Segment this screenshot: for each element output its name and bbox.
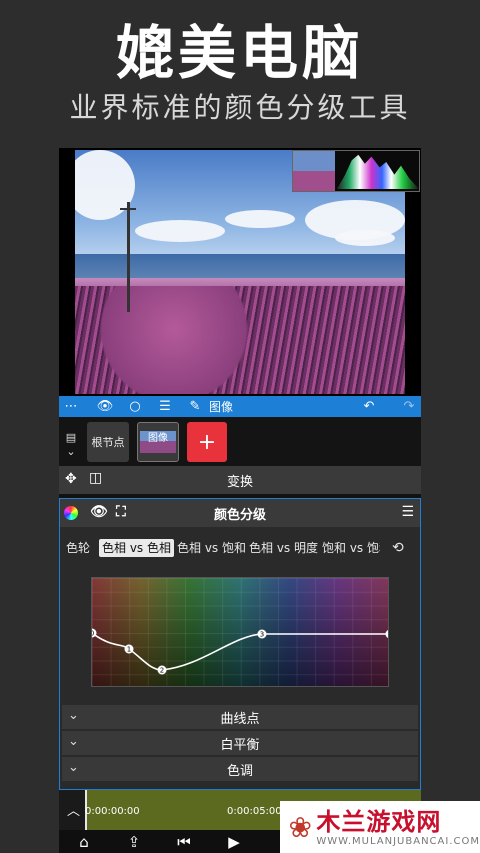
tab-hue-vs-lum[interactable]: 色相 vs 明度 <box>249 539 318 557</box>
tab-color-wheel[interactable]: 色轮 <box>66 539 90 557</box>
transform-bar[interactable]: ✥ ◫ 变换 <box>59 466 421 494</box>
phone-screen: ⋯ 👁 ○ ☰ ✎ 图像 ↶ ↷ ▤ ⌄ 根节点 图像 + ✥ ◫ 变换 👁 ⛶… <box>59 148 421 853</box>
play-icon[interactable]: ▶ <box>209 833 259 851</box>
redo-icon[interactable]: ↷ <box>397 396 421 417</box>
section-label: 色调 <box>226 763 253 779</box>
watermark: ❀ 木兰游戏网 WWW.MULANJUBANCAI.COM <box>280 801 480 853</box>
tab-hue-vs-sat[interactable]: 色相 vs 饱和 <box>177 539 246 557</box>
image-viewer[interactable] <box>59 148 421 396</box>
chevron-down-icon: ⌄ <box>68 708 79 723</box>
share-icon[interactable]: ⇪ <box>109 833 159 851</box>
section-label: 曲线点 <box>220 711 260 727</box>
scope-target-icon[interactable]: ⛶ <box>116 504 126 520</box>
move-icon: ✥ <box>65 471 77 487</box>
section-curve-points[interactable]: ⌄ 曲线点 <box>62 705 418 729</box>
orchid-logo-icon: ❀ <box>288 810 312 844</box>
node-strip-toggle[interactable]: ▤ ⌄ <box>63 431 79 461</box>
curve-point-1: 1 <box>127 646 131 654</box>
undo-icon[interactable]: ↶ <box>357 396 381 417</box>
tab-sat-vs-sat[interactable]: 饱和 vs 饱和 <box>322 539 380 557</box>
node-toolbar: ⋯ 👁 ○ ☰ ✎ 图像 ↶ ↷ <box>59 396 421 417</box>
panel-header: 👁 ⛶ 颜色分级 ☰ <box>60 499 420 527</box>
curve-tabs: 色轮 色相 vs 色相 色相 vs 饱和 色相 vs 明度 饱和 vs 饱和 ⟲ <box>60 537 422 559</box>
histogram-scope[interactable] <box>292 150 420 192</box>
eye-icon[interactable]: 👁 <box>93 396 117 417</box>
timeline-end-time: 0:00:05:00 <box>227 806 282 817</box>
section-tone[interactable]: ⌄ 色调 <box>62 757 418 781</box>
skip-back-icon[interactable]: ⏮ <box>159 833 209 851</box>
curve-point-4: 4 <box>388 631 389 639</box>
app-screenshot: 媲美电脑 业界标准的颜色分级工具 ⋯ 👁 ○ ☰ ✎ 图像 ↶ ↷ ▤ ⌄ 根节… <box>0 0 480 853</box>
watermark-url: WWW.MULANJUBANCAI.COM <box>316 835 480 847</box>
curve-point-0: 0 <box>92 630 94 638</box>
hero-title: 媲美电脑 <box>115 19 364 87</box>
image-node[interactable]: 图像 <box>137 422 179 462</box>
hue-curve-editor[interactable]: 0 1 2 3 4 <box>91 577 389 687</box>
node-tree-icon[interactable]: ⋯ <box>59 396 83 417</box>
reset-icon[interactable]: ⟲ <box>392 539 404 557</box>
root-node[interactable]: 根节点 <box>87 422 129 462</box>
curve-point-3: 3 <box>260 631 264 639</box>
menu-icon[interactable]: ☰ <box>153 396 177 417</box>
color-grading-panel: 👁 ⛶ 颜色分级 ☰ 色轮 色相 vs 色相 色相 vs 饱和 色相 vs 明度… <box>59 498 421 790</box>
curve-point-2: 2 <box>160 667 164 675</box>
section-label: 白平衡 <box>220 737 260 753</box>
add-node-button[interactable]: + <box>187 422 227 462</box>
chevron-up-icon[interactable]: ︿ <box>67 800 80 819</box>
pencil-icon[interactable]: ✎ <box>183 396 207 417</box>
node-strip: ▤ ⌄ 根节点 图像 + <box>59 417 421 466</box>
transform-label: 变换 <box>226 474 253 490</box>
chevron-down-icon: ⌄ <box>68 734 79 749</box>
color-wheel-icon <box>64 506 78 520</box>
watermark-name: 木兰游戏网 <box>316 807 442 836</box>
eye-icon[interactable]: 👁 <box>90 504 108 520</box>
curve-graph: 0 1 2 3 4 <box>92 628 389 675</box>
section-white-balance[interactable]: ⌄ 白平衡 <box>62 731 418 755</box>
circle-icon[interactable]: ○ <box>123 396 147 417</box>
hero-subtitle: 业界标准的颜色分级工具 <box>69 91 411 124</box>
chevron-down-icon: ⌄ <box>68 760 79 775</box>
panel-menu-icon[interactable]: ☰ <box>401 504 414 520</box>
tab-hue-vs-hue[interactable]: 色相 vs 色相 <box>99 539 174 557</box>
node-name-label: 图像 <box>209 400 234 414</box>
panel-title: 颜色分级 <box>213 507 266 523</box>
cube-icon: ◫ <box>89 470 103 486</box>
timeline-start-time: 0:00:00:00 <box>85 806 140 817</box>
image-node-label: 图像 <box>148 433 168 444</box>
home-icon[interactable]: ⌂ <box>59 833 109 851</box>
